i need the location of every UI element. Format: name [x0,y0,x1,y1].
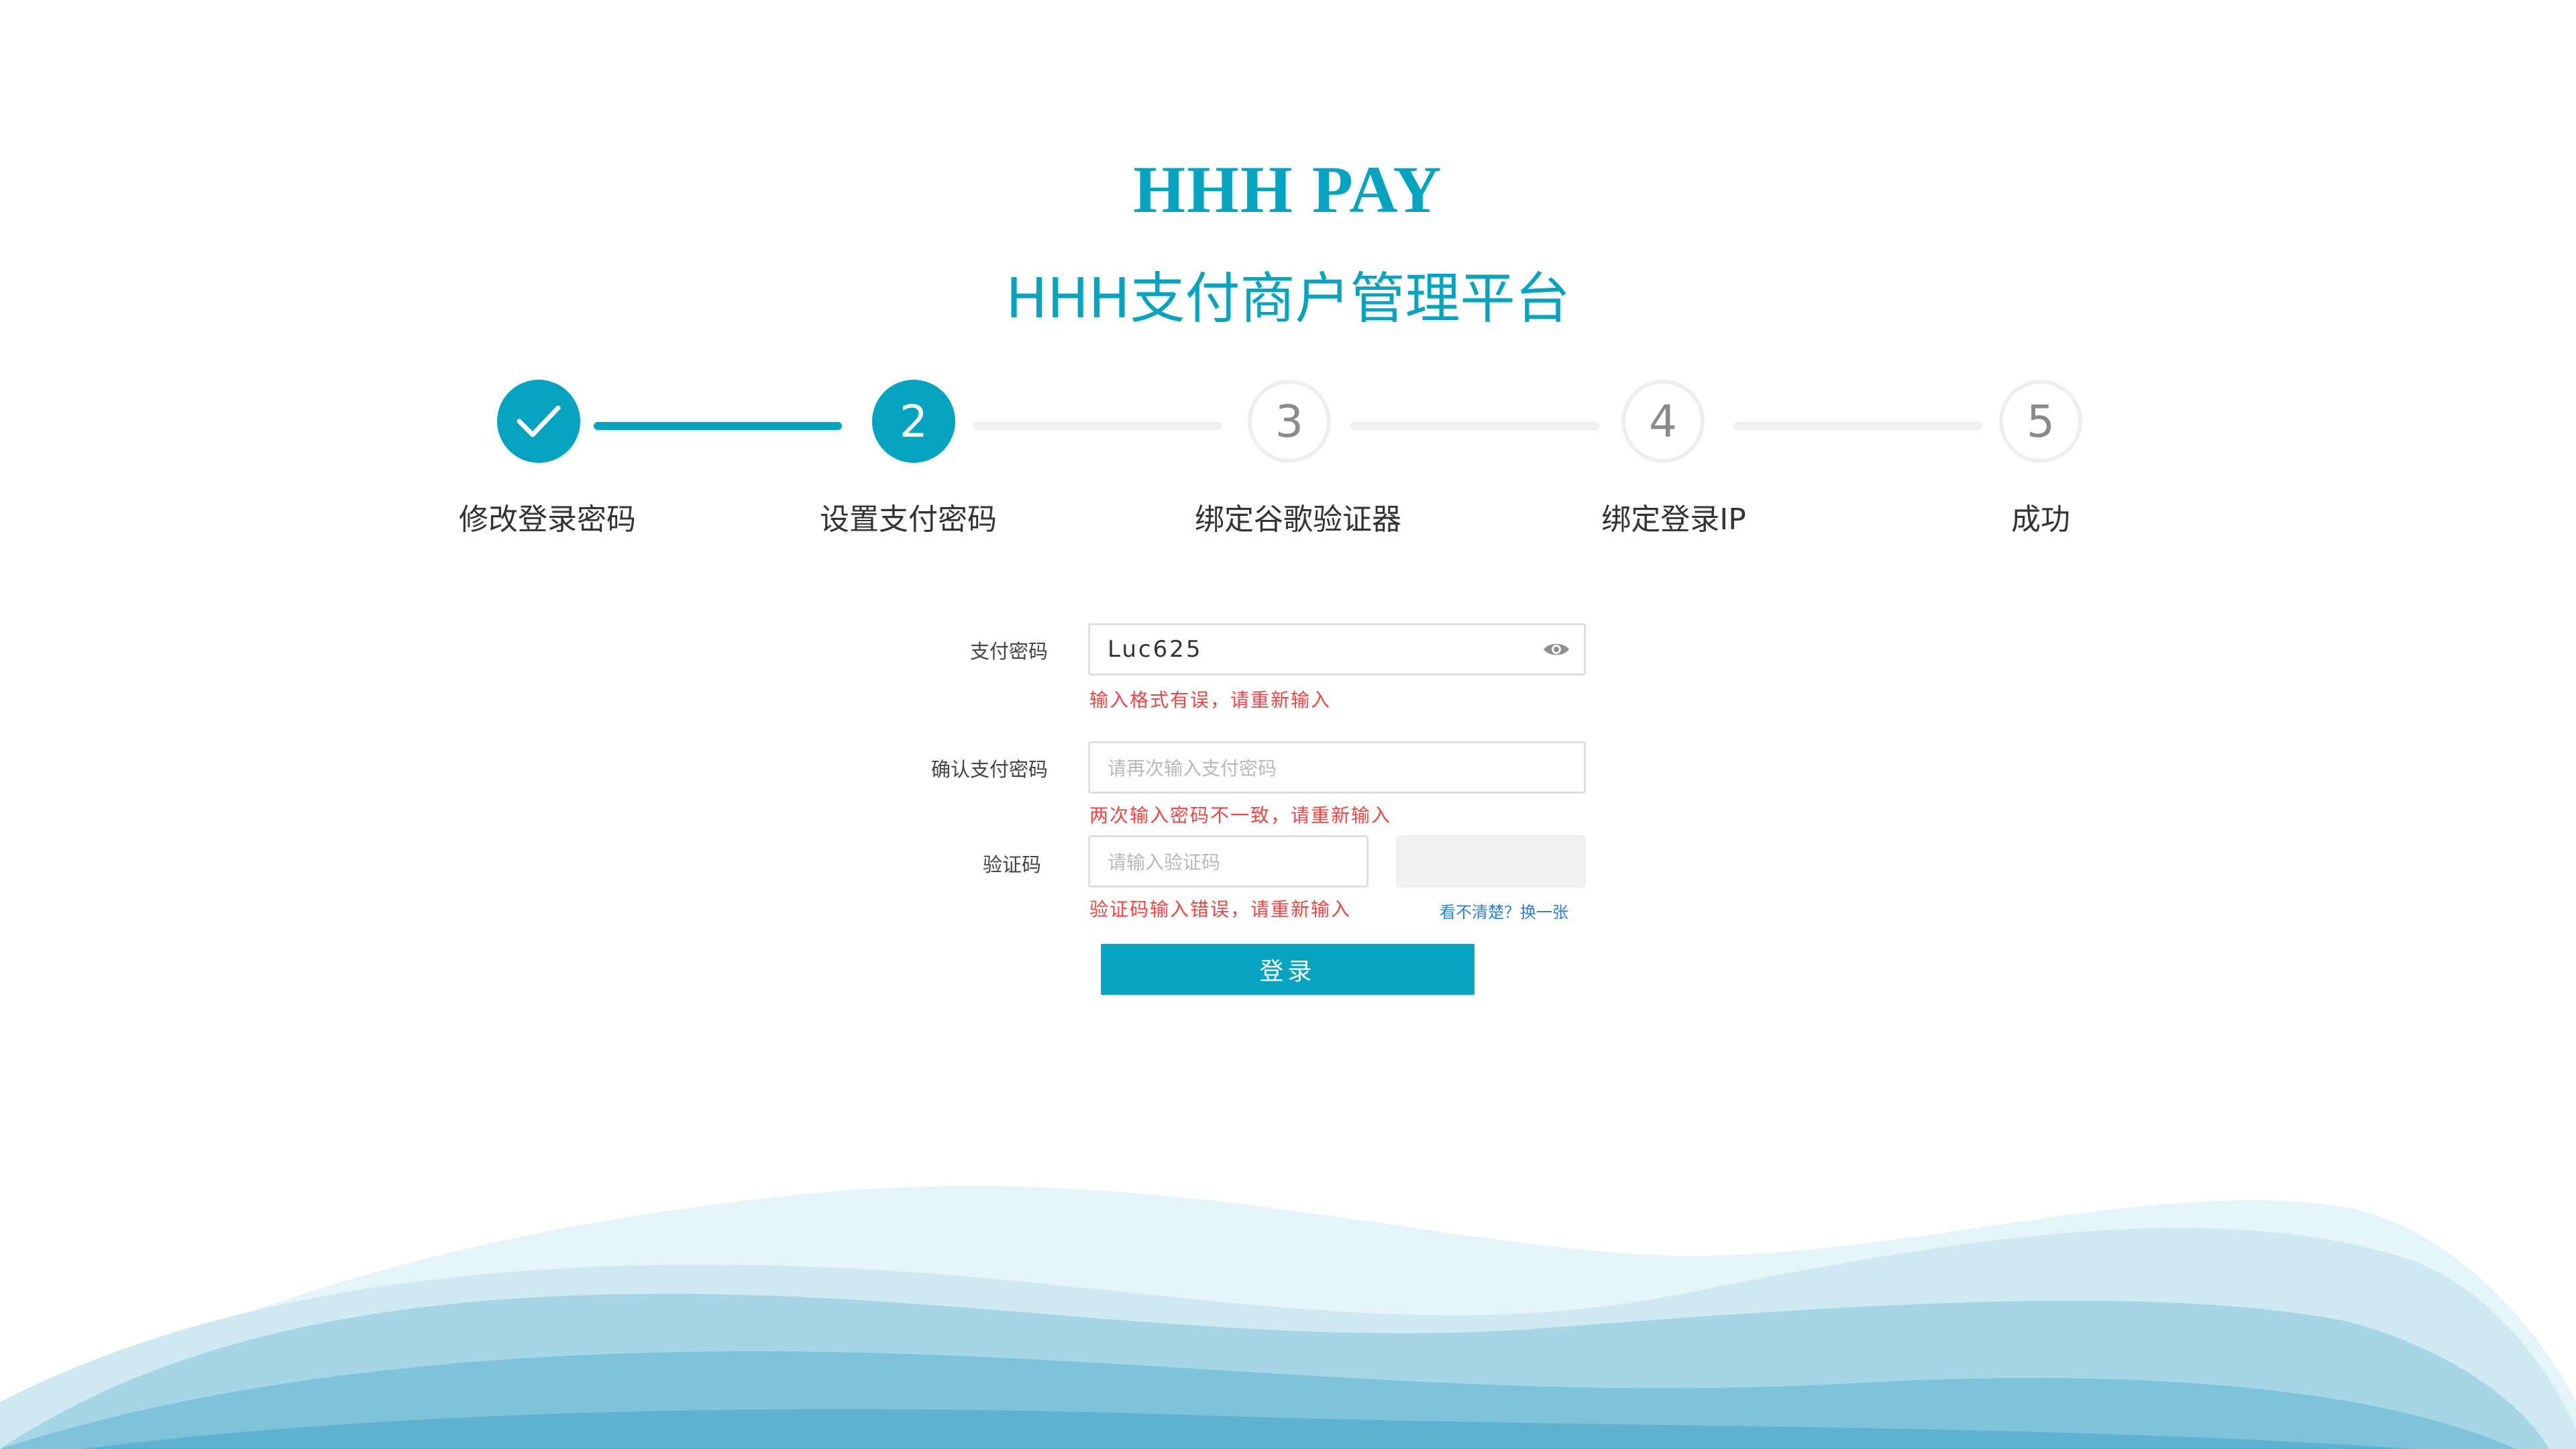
step-4-circle: 4 [1621,380,1705,463]
captcha-input[interactable]: 请输入验证码 [1088,835,1368,888]
step-1-label: 修改登录密码 [459,502,636,537]
pay-password-value: Luc625 [1108,636,1203,663]
step-2-circle: 2 [872,380,955,463]
step-2-label: 设置支付密码 [820,502,997,537]
captcha-placeholder: 请输入验证码 [1108,851,1221,873]
step-5-label: 成功 [2011,502,2070,537]
eye-icon[interactable] [1542,640,1570,659]
captcha-image[interactable] [1396,835,1586,888]
pay-password-error: 输入格式有误，请重新输入 [1089,689,1332,711]
step-3-circle: 3 [1248,380,1331,463]
login-button[interactable]: 登录 [1101,944,1474,995]
captcha-error: 验证码输入错误，请重新输入 [1089,898,1352,920]
brand-subtitle: HHH支付商户管理平台 [1006,267,1570,331]
refresh-captcha-link[interactable]: 看不清楚？换一张 [1440,899,1568,922]
pay-password-label: 支付密码 [969,640,1048,663]
step-connector-4 [1733,422,1982,430]
decorative-waves [0,1185,2576,1449]
step-1-circle [497,380,580,463]
step-4-label: 绑定登录IP [1601,502,1746,537]
check-icon [517,405,561,437]
step-connector-2 [973,422,1222,430]
confirm-password-placeholder: 请再次输入支付密码 [1108,757,1277,780]
confirm-password-label: 确认支付密码 [930,758,1048,781]
captcha-label: 验证码 [982,853,1041,876]
confirm-password-field[interactable]: 请再次输入支付密码 [1088,741,1586,794]
step-5-circle: 5 [1999,380,2082,463]
step-3-label: 绑定谷歌验证器 [1195,502,1401,537]
step-connector-1 [594,422,842,430]
brand-title: HHH PAY [1133,152,1443,227]
pay-password-field[interactable]: Luc625 [1088,623,1586,676]
confirm-password-error: 两次输入密码不一致，请重新输入 [1089,804,1392,826]
page-root: HHH PAY HHH支付商户管理平台 2 3 4 5 修改登录密码 设置支付密… [0,0,2576,1449]
step-connector-3 [1350,422,1599,430]
